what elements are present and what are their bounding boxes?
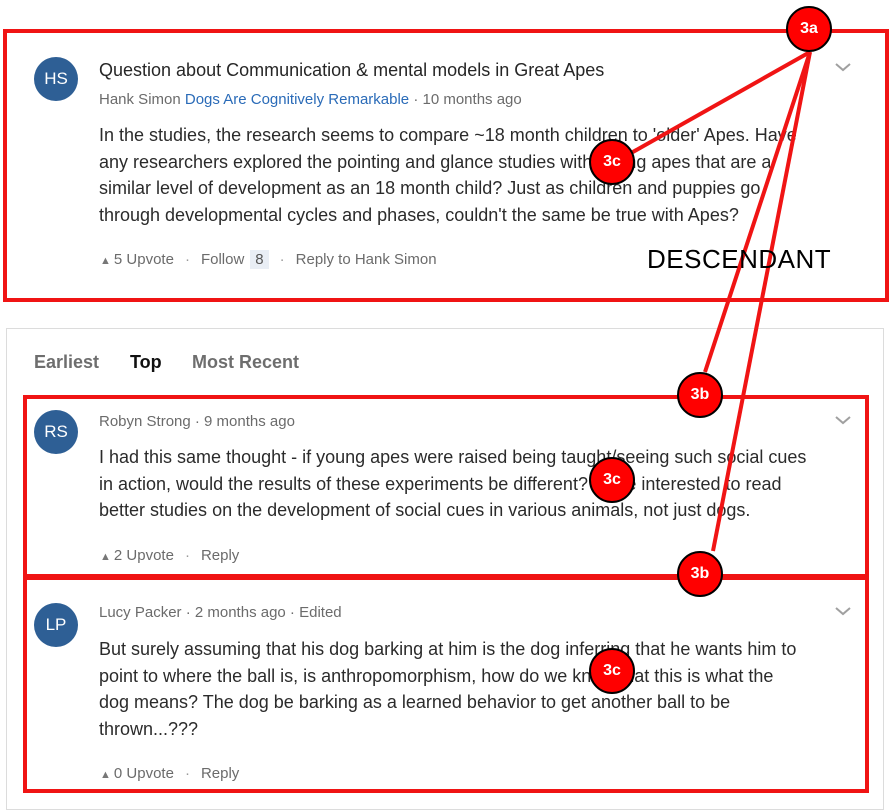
annotation-badge-3c: 3c (589, 648, 635, 694)
descendant-label: DESCENDANT (647, 244, 832, 274)
annotation-badge-3c: 3c (589, 139, 635, 185)
annotation-badge-3a: 3a (786, 6, 832, 52)
annotation-badge-3b: 3b (677, 372, 723, 418)
annotation-badge-3b: 3b (677, 551, 723, 597)
annotation-lines (623, 50, 812, 552)
annotation-badge-3c: 3c (589, 457, 635, 503)
